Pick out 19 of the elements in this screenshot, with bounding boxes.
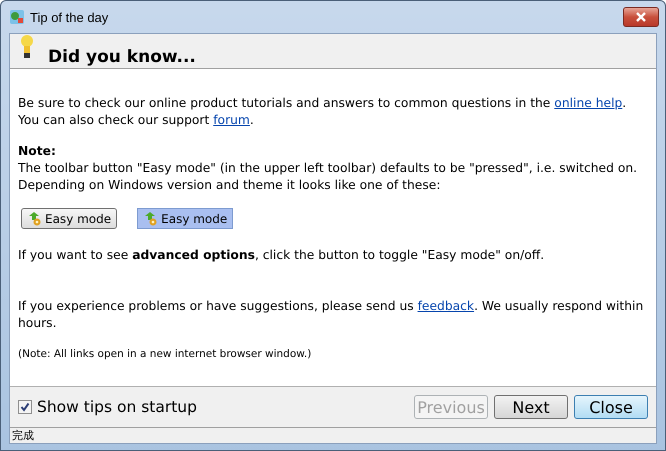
window-title: Tip of the day [30, 10, 110, 24]
checkbox-label: Show tips on startup [37, 398, 197, 416]
heading: Did you know... [48, 47, 196, 67]
tip-paragraph: Be sure to check our online product tutorials and answers to common questions in the online help. You can also check our support forum. [18, 95, 628, 129]
checkbox[interactable] [18, 400, 32, 414]
dialog-button[interactable]: Close [574, 395, 648, 419]
link[interactable]: online help [554, 96, 622, 110]
tip-paragraph: If you want to see advanced options, click the button to toggle "Easy mode" on/off. [18, 247, 546, 264]
tip-paragraph: If you experience problems or have suggestions, please send us feedback. We usually respond within hours. [18, 298, 644, 332]
status-text: 完成 [10, 427, 656, 443]
link[interactable]: forum [213, 113, 250, 127]
close-icon[interactable] [623, 7, 659, 27]
app-icon [9, 9, 25, 25]
dialog-button[interactable]: Next [494, 395, 568, 419]
note-title: Note: [18, 143, 57, 160]
tip-paragraph: The toolbar button "Easy mode" (in the upper left toolbar) defaults to be "pressed", i.e. switched on. Depending on Windows version and theme it looks like one of these: [18, 160, 638, 194]
lightbulb-icon [20, 34, 34, 60]
footnote: (Note: All links open in a new internet browser window.) [18, 347, 312, 362]
link[interactable]: feedback [418, 299, 474, 313]
